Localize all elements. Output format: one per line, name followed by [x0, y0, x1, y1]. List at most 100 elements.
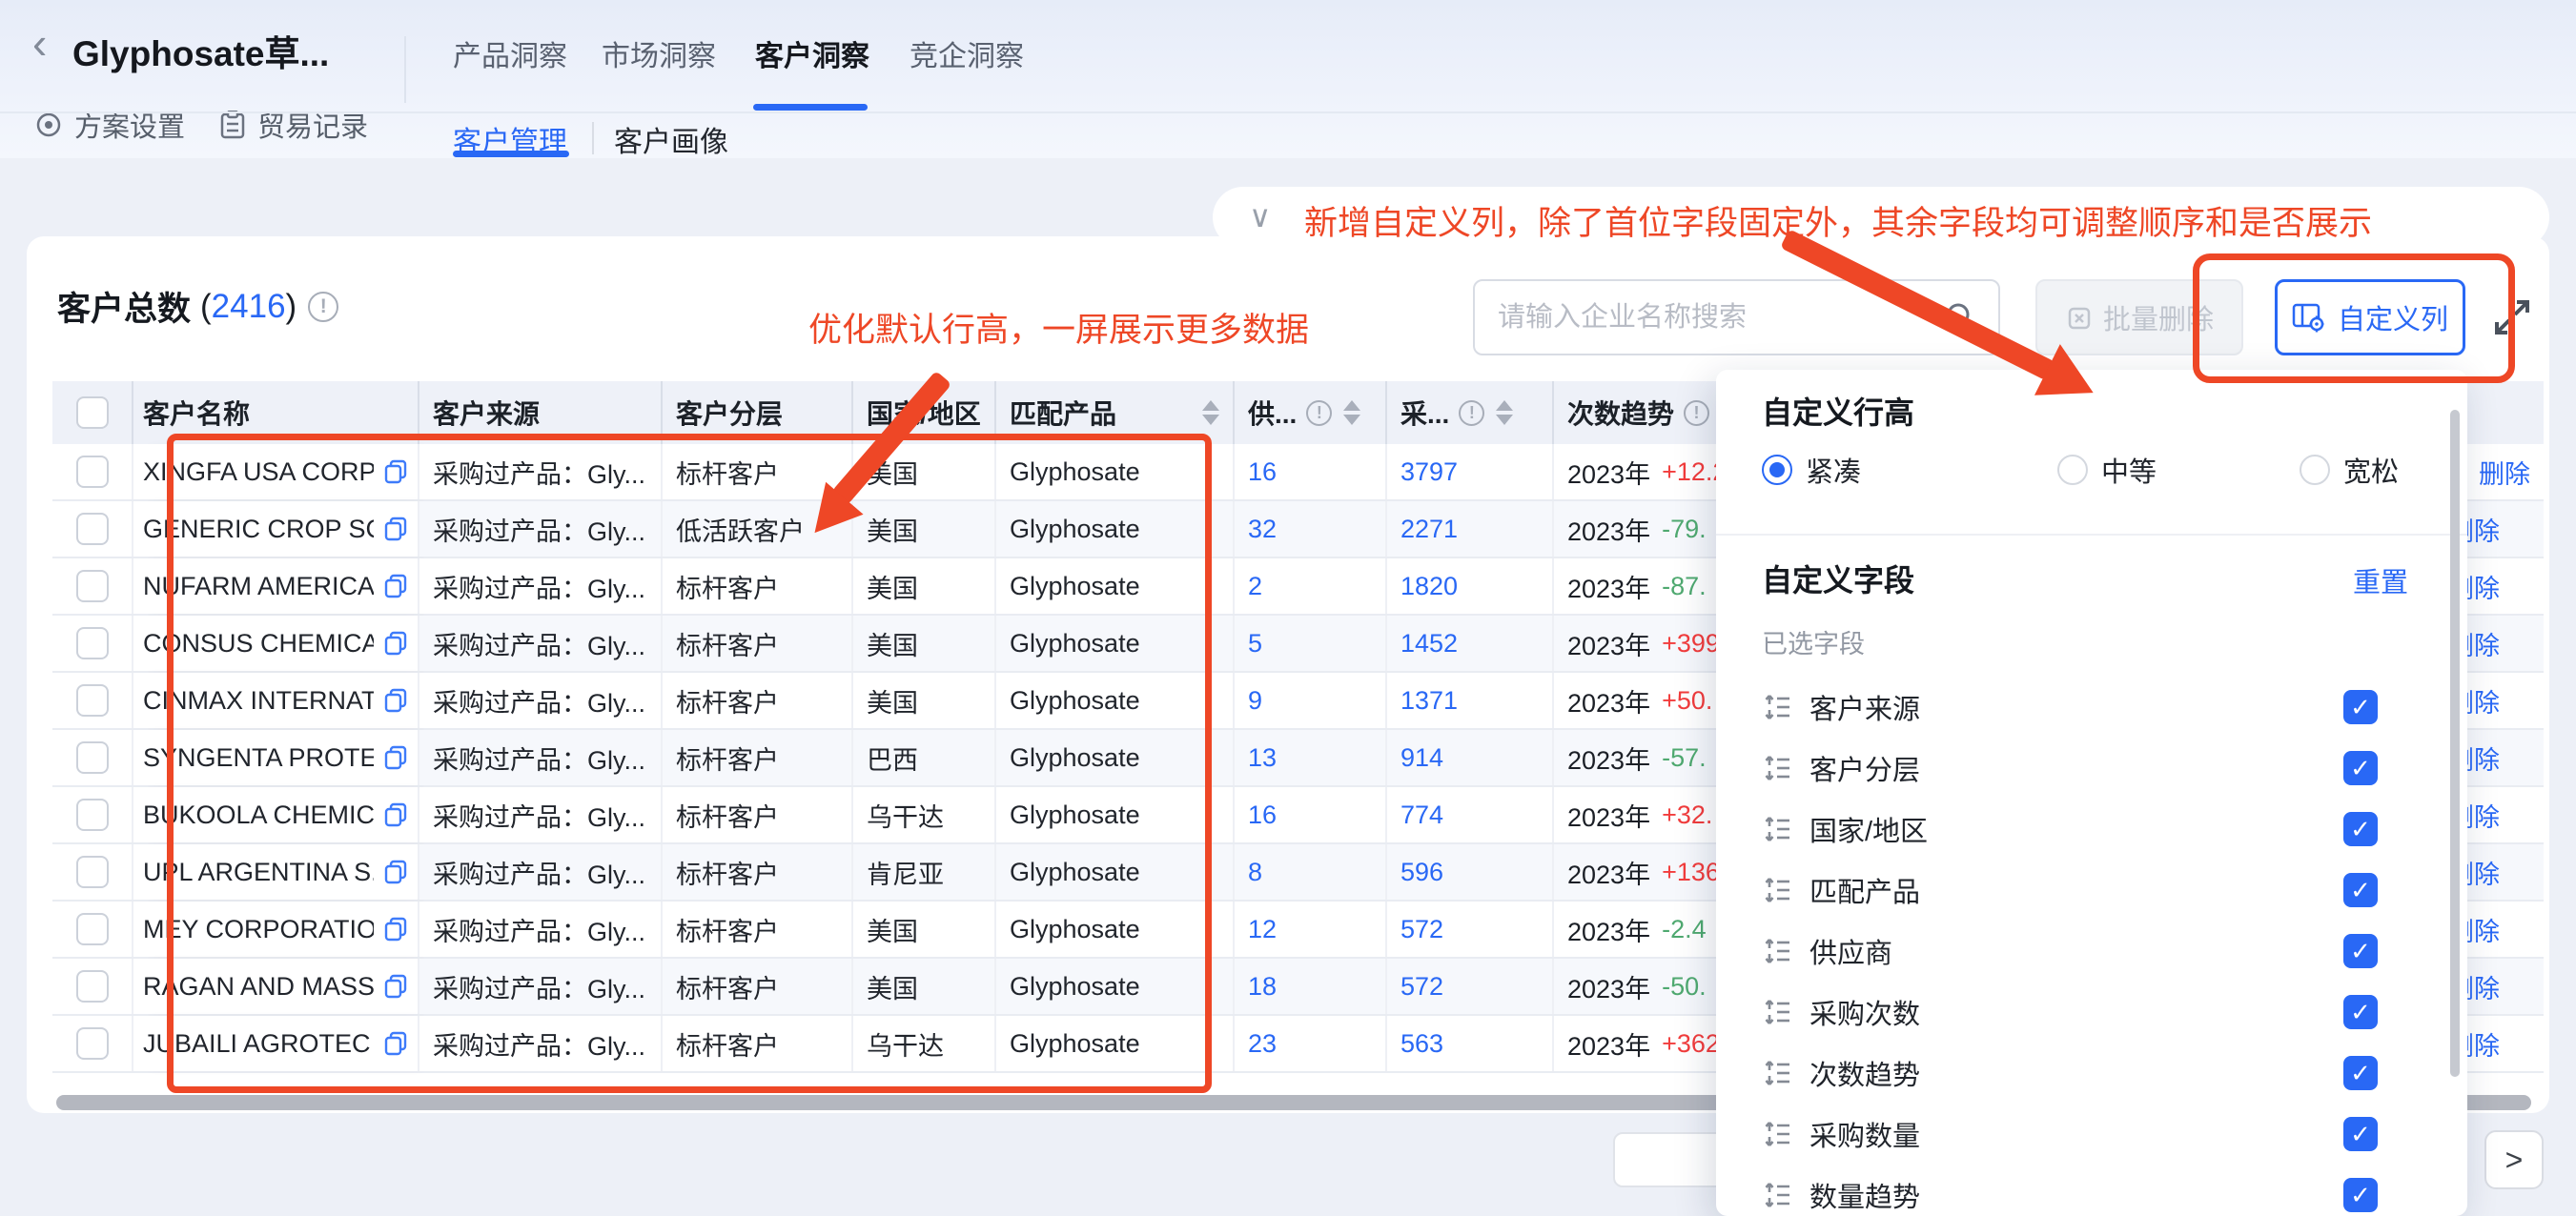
purchase-count-link[interactable]: 774 — [1400, 801, 1443, 830]
field-checkbox[interactable] — [2343, 751, 2378, 785]
copy-icon[interactable] — [383, 745, 408, 770]
purchase-count-link[interactable]: 572 — [1400, 972, 1443, 1002]
drag-handle-icon[interactable] — [1762, 1119, 1792, 1149]
info-icon — [308, 292, 338, 322]
next-page-button[interactable]: > — [2484, 1130, 2544, 1189]
subtab-customer-profile[interactable]: 客户画像 — [614, 118, 728, 160]
purchase-count-link[interactable]: 914 — [1400, 743, 1443, 773]
tab-market-insight[interactable]: 市场洞察 — [602, 32, 716, 74]
supplier-count-link[interactable]: 32 — [1248, 515, 1277, 544]
drag-handle-icon[interactable] — [1762, 753, 1792, 783]
supplier-count-link[interactable]: 8 — [1248, 858, 1262, 887]
supplier-count-link[interactable]: 9 — [1248, 686, 1262, 716]
row-checkbox[interactable] — [76, 1027, 109, 1060]
supplier-count-link[interactable]: 16 — [1248, 457, 1277, 487]
field-checkbox[interactable] — [2343, 995, 2378, 1029]
purchase-count-link[interactable]: 596 — [1400, 858, 1443, 887]
col-header-source[interactable]: 客户来源 — [419, 381, 663, 444]
row-checkbox[interactable] — [76, 513, 109, 545]
field-checkbox[interactable] — [2343, 934, 2378, 968]
sort-icon[interactable] — [1202, 400, 1219, 425]
purchase-count-link[interactable]: 1371 — [1400, 686, 1458, 716]
supplier-count-link[interactable]: 12 — [1248, 915, 1277, 944]
radio-compact[interactable]: 紧凑 — [1762, 450, 1861, 490]
drag-handle-icon[interactable] — [1762, 1180, 1792, 1210]
row-checkbox[interactable] — [76, 970, 109, 1003]
purchase-count-link[interactable]: 563 — [1400, 1029, 1443, 1059]
field-checkbox[interactable] — [2343, 812, 2378, 846]
field-item: 供应商 — [1716, 921, 2467, 982]
drag-handle-icon[interactable] — [1762, 814, 1792, 844]
copy-icon[interactable] — [383, 974, 408, 999]
copy-icon[interactable] — [383, 860, 408, 884]
custom-columns-button[interactable]: 自定义列 — [2275, 279, 2465, 355]
purchase-count-link[interactable]: 1820 — [1400, 572, 1458, 601]
matched-product: Glyphosate — [1010, 572, 1140, 601]
col-header-purchase[interactable]: 采... — [1387, 381, 1554, 444]
sort-icon[interactable] — [1496, 400, 1513, 425]
field-checkbox[interactable] — [2343, 873, 2378, 907]
field-checkbox[interactable] — [2343, 1178, 2378, 1212]
col-header-name[interactable]: 客户名称 — [133, 381, 419, 444]
drag-handle-icon[interactable] — [1762, 1058, 1792, 1088]
row-checkbox[interactable] — [76, 570, 109, 602]
row-height-title: 自定义行高 — [1762, 389, 1914, 433]
col-header-tier[interactable]: 客户分层 — [663, 381, 853, 444]
row-checkbox[interactable] — [76, 627, 109, 659]
row-checkbox[interactable] — [76, 456, 109, 488]
purchase-count-link[interactable]: 1452 — [1400, 629, 1458, 659]
radio-medium[interactable]: 中等 — [2057, 450, 2157, 490]
row-checkbox[interactable] — [76, 684, 109, 717]
field-checkbox[interactable] — [2343, 1056, 2378, 1090]
field-checkbox[interactable] — [2343, 1117, 2378, 1151]
field-checkbox[interactable] — [2343, 690, 2378, 724]
supplier-count-link[interactable]: 5 — [1248, 629, 1262, 659]
trend-value: +32. — [1662, 801, 1712, 830]
copy-icon[interactable] — [383, 631, 408, 656]
reset-link[interactable]: 重置 — [2353, 560, 2408, 600]
col-header-product[interactable]: 匹配产品 — [996, 381, 1235, 444]
customer-source: 采购过产品：Gly... — [433, 740, 645, 777]
tab-competitor-insight[interactable]: 竞企洞察 — [910, 32, 1024, 74]
copy-icon[interactable] — [383, 688, 408, 713]
purchase-count-link[interactable]: 572 — [1400, 915, 1443, 944]
panel-scrollbar-thumb[interactable] — [2450, 410, 2460, 1077]
delete-link[interactable]: 删除 — [2479, 454, 2530, 491]
select-all-checkbox[interactable] — [76, 396, 109, 429]
copy-icon[interactable] — [383, 1031, 408, 1056]
supplier-count-link[interactable]: 13 — [1248, 743, 1277, 773]
copy-icon[interactable] — [383, 517, 408, 541]
supplier-count-link[interactable]: 23 — [1248, 1029, 1277, 1059]
tab-customer-insight[interactable]: 客户洞察 — [755, 32, 869, 74]
drag-handle-icon[interactable] — [1762, 997, 1792, 1027]
search-input[interactable] — [1498, 302, 1945, 334]
field-item: 次数趋势 — [1716, 1043, 2467, 1104]
drag-handle-icon[interactable] — [1762, 936, 1792, 966]
row-checkbox[interactable] — [76, 799, 109, 831]
search-icon[interactable] — [1945, 301, 1977, 334]
copy-icon[interactable] — [383, 802, 408, 827]
radio-loose[interactable]: 宽松 — [2300, 450, 2399, 490]
purchase-count-link[interactable]: 2271 — [1400, 515, 1458, 544]
back-chevron-icon[interactable]: ‹ — [32, 21, 47, 65]
collapse-chevron-icon[interactable]: ∨ — [1249, 198, 1271, 234]
col-header-country[interactable]: 国家/地区 — [853, 381, 996, 444]
supplier-count-link[interactable]: 18 — [1248, 972, 1277, 1002]
col-header-supplier[interactable]: 供... — [1235, 381, 1387, 444]
copy-icon[interactable] — [383, 917, 408, 942]
copy-icon[interactable] — [383, 459, 408, 484]
supplier-count-link[interactable]: 16 — [1248, 801, 1277, 830]
row-checkbox[interactable] — [76, 913, 109, 945]
purchase-count-link[interactable]: 3797 — [1400, 457, 1458, 487]
row-checkbox[interactable] — [76, 856, 109, 888]
copy-icon[interactable] — [383, 574, 408, 598]
drag-handle-icon[interactable] — [1762, 875, 1792, 905]
row-checkbox[interactable] — [76, 741, 109, 774]
tab-product-insight[interactable]: 产品洞察 — [453, 32, 567, 74]
batch-delete-button[interactable]: 批量删除 — [2035, 279, 2243, 355]
sort-icon[interactable] — [1343, 400, 1360, 425]
customer-name: CINMAX INTERNATIO — [143, 686, 374, 716]
fullscreen-icon[interactable] — [2490, 295, 2534, 339]
drag-handle-icon[interactable] — [1762, 692, 1792, 722]
supplier-count-link[interactable]: 2 — [1248, 572, 1262, 601]
